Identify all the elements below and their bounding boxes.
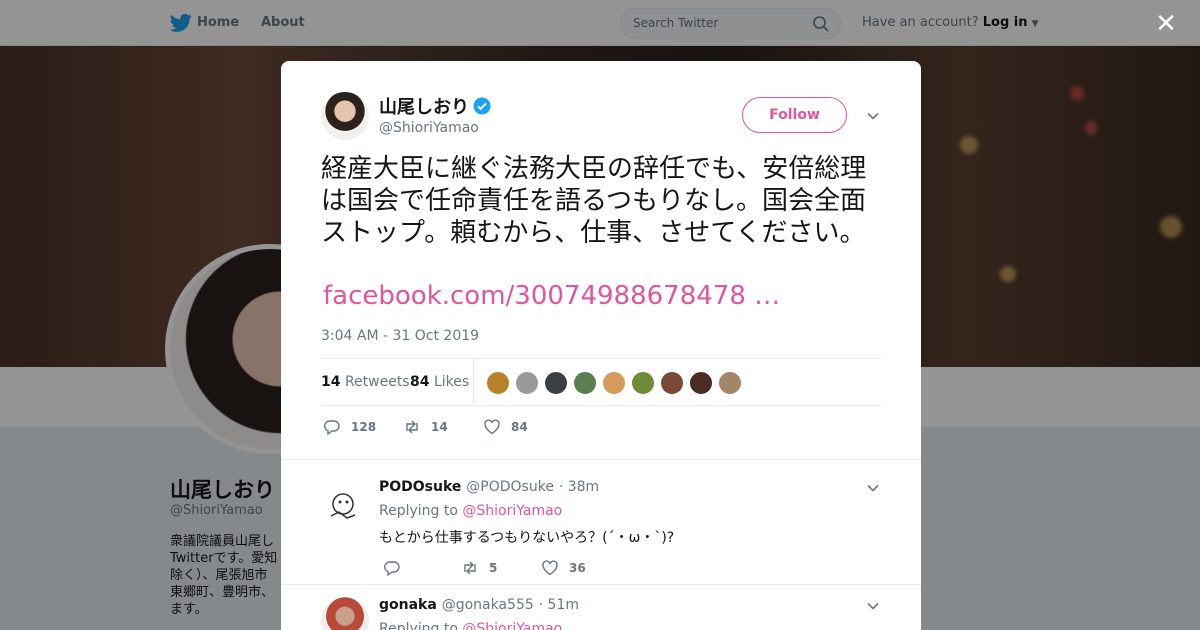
chevron-down-icon[interactable] bbox=[866, 481, 880, 495]
liker-avatar[interactable] bbox=[544, 371, 568, 395]
verified-badge-icon bbox=[473, 97, 491, 115]
tweet-actions: 128 14 84 bbox=[321, 416, 881, 440]
liker-avatar[interactable] bbox=[718, 371, 742, 395]
reply-icon bbox=[324, 420, 340, 436]
reply-tweet[interactable]: gonaka @gonaka555 · 51m Replying to @Shi… bbox=[281, 584, 921, 630]
reply-count: 128 bbox=[351, 420, 377, 434]
chevron-down-icon[interactable] bbox=[866, 599, 880, 613]
divider bbox=[473, 359, 474, 406]
liker-avatar[interactable] bbox=[689, 371, 713, 395]
liker-avatar[interactable] bbox=[486, 371, 510, 395]
reply-text: もとから仕事するつもりないやろ？(´・ω・`)? bbox=[379, 530, 675, 546]
reply-author-name: PODOsuke bbox=[379, 479, 462, 495]
likes-stat[interactable]: 84 Likes bbox=[410, 374, 469, 390]
reply-tweet[interactable]: PODOsuke @PODOsuke · 38m Replying to @Sh… bbox=[281, 459, 921, 585]
reply-author[interactable]: PODOsuke @PODOsuke · 38m bbox=[379, 479, 599, 495]
avatar[interactable] bbox=[321, 597, 369, 630]
liker-avatar[interactable] bbox=[515, 371, 539, 395]
tweet-author-handle[interactable]: @ShioriYamao bbox=[379, 120, 479, 136]
likes-label: Likes bbox=[433, 374, 470, 390]
retweet-count: 14 bbox=[431, 420, 448, 434]
retweets-count: 14 bbox=[321, 374, 341, 390]
follow-button[interactable]: Follow bbox=[742, 97, 847, 133]
like-count: 36 bbox=[569, 561, 586, 575]
heart-icon bbox=[542, 560, 558, 576]
close-icon[interactable]: ✕ bbox=[1155, 11, 1177, 37]
replying-to-link[interactable]: @ShioriYamao bbox=[462, 503, 562, 519]
replying-prefix: Replying to bbox=[379, 503, 458, 519]
author-name-text: 山尾しおり bbox=[379, 97, 469, 118]
like-count: 84 bbox=[511, 420, 528, 434]
tweet-author-name[interactable]: 山尾しおり bbox=[379, 93, 491, 119]
retweets-label: Retweets bbox=[344, 374, 410, 390]
liker-avatar[interactable] bbox=[573, 371, 597, 395]
reply-time[interactable]: · 38m bbox=[559, 479, 599, 495]
retweet-icon bbox=[464, 561, 476, 575]
reply-actions: 5 36 bbox=[381, 557, 781, 581]
chevron-down-icon[interactable] bbox=[866, 109, 880, 123]
tweet-stats: 14 Retweets 84 Likes bbox=[321, 358, 881, 406]
avatar[interactable] bbox=[321, 92, 369, 140]
liker-avatar[interactable] bbox=[631, 371, 655, 395]
replying-to: Replying to @ShioriYamao bbox=[379, 503, 562, 519]
liker-avatar[interactable] bbox=[602, 371, 626, 395]
tweet-link[interactable]: facebook.com/30074988678478 … bbox=[323, 281, 780, 311]
likes-count: 84 bbox=[410, 374, 430, 390]
heart-icon bbox=[484, 419, 500, 435]
replying-to-link[interactable]: @ShioriYamao bbox=[462, 621, 562, 630]
tweet-modal: 山尾しおり @ShioriYamao Follow 経産大臣に継ぐ法務大臣の辞任… bbox=[281, 61, 921, 630]
retweet-icon bbox=[406, 420, 418, 434]
doodle-avatar-icon bbox=[330, 493, 356, 519]
reply-author-handle: @PODOsuke bbox=[466, 479, 554, 495]
reply-author-handle: @gonaka555 bbox=[441, 597, 534, 613]
reply-author-name: gonaka bbox=[379, 597, 437, 613]
replying-prefix: Replying to bbox=[379, 621, 458, 630]
avatar[interactable] bbox=[321, 482, 369, 530]
reply-icon bbox=[384, 561, 400, 577]
reply-author[interactable]: gonaka @gonaka555 · 51m bbox=[379, 597, 579, 613]
tweet-timestamp[interactable]: 3:04 AM - 31 Oct 2019 bbox=[321, 328, 479, 344]
reply-time[interactable]: · 51m bbox=[539, 597, 579, 613]
liker-avatar[interactable] bbox=[660, 371, 684, 395]
retweets-stat[interactable]: 14 Retweets bbox=[321, 374, 410, 390]
retweet-count: 5 bbox=[489, 561, 498, 575]
replying-to: Replying to @ShioriYamao bbox=[379, 621, 562, 630]
tweet-text: 経産大臣に継ぐ法務大臣の辞任でも、安倍総理は国会で任命責任を語るつもりなし。国会… bbox=[321, 154, 867, 248]
